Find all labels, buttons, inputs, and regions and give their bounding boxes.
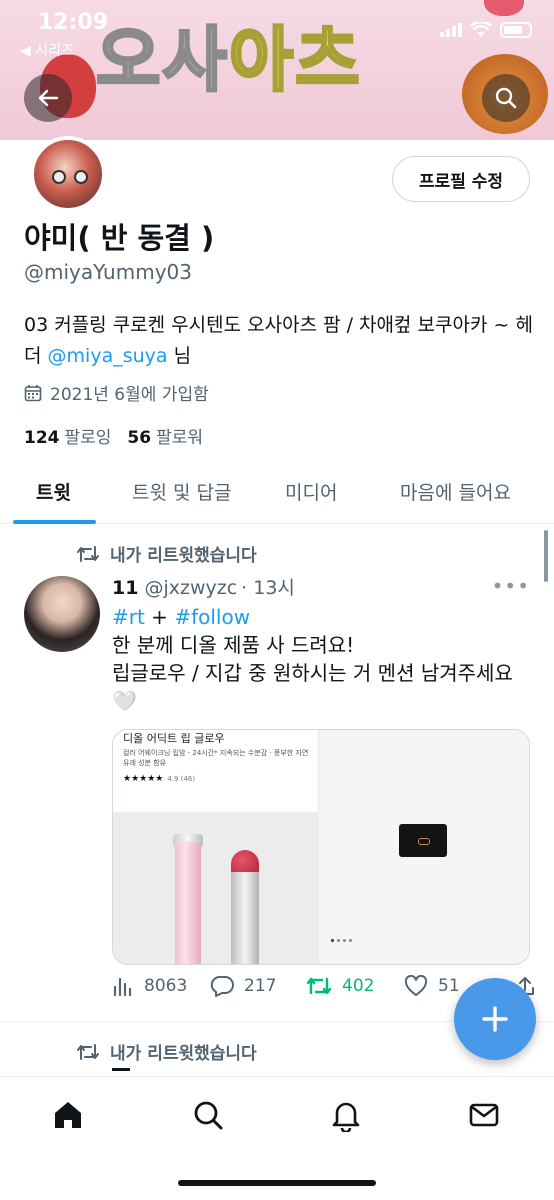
product-rating: ★★★★★ 4.9 (46) [123,774,196,784]
retweet-icon [77,1043,99,1060]
tweet-author-name[interactable]: 11 [112,577,138,599]
bio-mention-link[interactable]: @miya_suya [48,345,168,367]
tweet-media[interactable]: 디올 어딕트 립 글로우 컬러 어웨이크닝 립밤 - 24시간* 지속되는 수분… [112,729,530,965]
wifi-icon [470,22,492,37]
tweet-text-line: 립글로우 / 지갑 중 원하시는 거 멘션 남겨주세요 [112,661,513,685]
edit-profile-button[interactable]: 프로필 수정 [392,156,530,202]
status-time: 12:09 [38,10,109,35]
retweet-button[interactable]: 402 [306,975,374,997]
card-holder-photo [399,824,447,857]
user-handle: @miyaYummy03 [24,260,192,284]
tab-media[interactable]: 미디어 [285,478,337,505]
battery-icon [500,22,532,38]
bio-suffix: 님 [167,345,192,367]
product-title: 디올 어딕트 립 글로우 [123,732,225,745]
home-icon [55,1102,81,1128]
tweet-author-handle: @jxzwyzc [144,577,238,599]
media-image-card-holder[interactable] [319,730,529,964]
home-indicator[interactable] [178,1180,376,1186]
reply-icon [210,976,234,997]
profile-avatar[interactable] [30,136,106,212]
search-button[interactable] [482,74,530,122]
retweet-context: 내가 리트윗했습니다 [76,541,257,566]
like-button[interactable]: 51 [404,975,460,997]
tweet-text: #rt + #follow 한 분께 디올 제품 사 드려요! 립글로우 / 지… [112,603,537,715]
tab-tweets[interactable]: 트윗 [36,478,71,505]
retweet-context-label: 내가 리트윗했습니다 [110,546,257,566]
following-link[interactable]: 124 팔로잉 [24,423,111,448]
like-icon [404,975,428,996]
compose-tweet-button[interactable] [454,978,536,1060]
media-image-product[interactable]: 디올 어딕트 립 글로우 컬러 어웨이크닝 립밤 - 24시간* 지속되는 수분… [113,730,319,964]
tweet-text-line: 한 분께 디올 제품 사 드려요! [112,633,355,657]
retweet-icon [306,977,332,995]
nav-messages[interactable] [464,1095,504,1135]
retweet-context-label: 내가 리트윗했습니다 [110,1044,257,1064]
joined-date: 2021년 6월에 가입함 [24,380,209,405]
joined-date-text: 2021년 6월에 가입함 [50,385,209,405]
carousel-dots [331,939,352,942]
compose-plus-icon [482,1006,508,1032]
back-button[interactable] [24,74,72,122]
status-bar: 12:09 ◀ 시리즈 [0,0,554,60]
retweet-icon [77,545,99,562]
profile-tabs: 트윗 트윗 및 답글 미디어 마음에 들어요 [0,462,554,524]
more-options-icon[interactable]: ••• [492,574,530,598]
tweet-time: · 13시 [241,577,295,599]
active-tab-indicator [13,520,96,524]
product-description: 컬러 어웨이크닝 립밤 - 24시간* 지속되는 수분감 · 풍부한 자연 유래… [123,749,309,767]
retweet-context: 내가 리트윗했습니다 [76,1039,257,1064]
profile-bio: 03 커플링 쿠로켄 우시텐도 오사아츠 팜 / 차애컾 보쿠아카 ~ 헤더 @… [24,310,534,372]
hashtag-link[interactable]: #follow [174,605,250,629]
retweet-count: 402 [342,976,375,996]
white-heart-emoji: 🤍 [112,689,137,713]
tweet-header: 11 @jxzwyzc · 13시 [112,573,295,600]
tab-tweets-and-replies[interactable]: 트윗 및 답글 [132,478,231,505]
tab-likes[interactable]: 마음에 들어요 [400,478,511,505]
status-icons [440,22,532,38]
next-tweet-header-peek [112,1066,302,1076]
notifications-icon [332,1102,360,1132]
scrollbar[interactable] [544,530,548,582]
nav-home[interactable] [48,1095,88,1135]
followers-link[interactable]: 56 팔로워 [127,423,203,448]
display-name: 야미( 반 동결 ) [24,221,215,255]
views-button[interactable]: 8063 [112,975,187,997]
explore-icon [194,1101,223,1130]
reply-count: 217 [244,976,277,996]
reply-button[interactable]: 217 [210,975,276,997]
search-icon [495,87,517,109]
views-count: 8063 [144,976,188,996]
calendar-icon [24,384,42,401]
views-icon [113,977,132,997]
signal-icon [440,23,462,37]
back-arrow-icon [38,89,59,107]
back-to-app-link[interactable]: ◀ 시리즈 [20,40,74,60]
hashtag-link[interactable]: #rt [112,605,145,629]
messages-icon [469,1103,499,1127]
nav-notifications[interactable] [326,1095,366,1135]
follow-counts: 124 팔로잉 56 팔로워 [24,423,203,448]
nav-explore[interactable] [188,1095,228,1135]
like-count: 51 [438,976,460,996]
tweet-author-avatar[interactable] [24,576,100,652]
lipstick-photo [113,812,319,964]
